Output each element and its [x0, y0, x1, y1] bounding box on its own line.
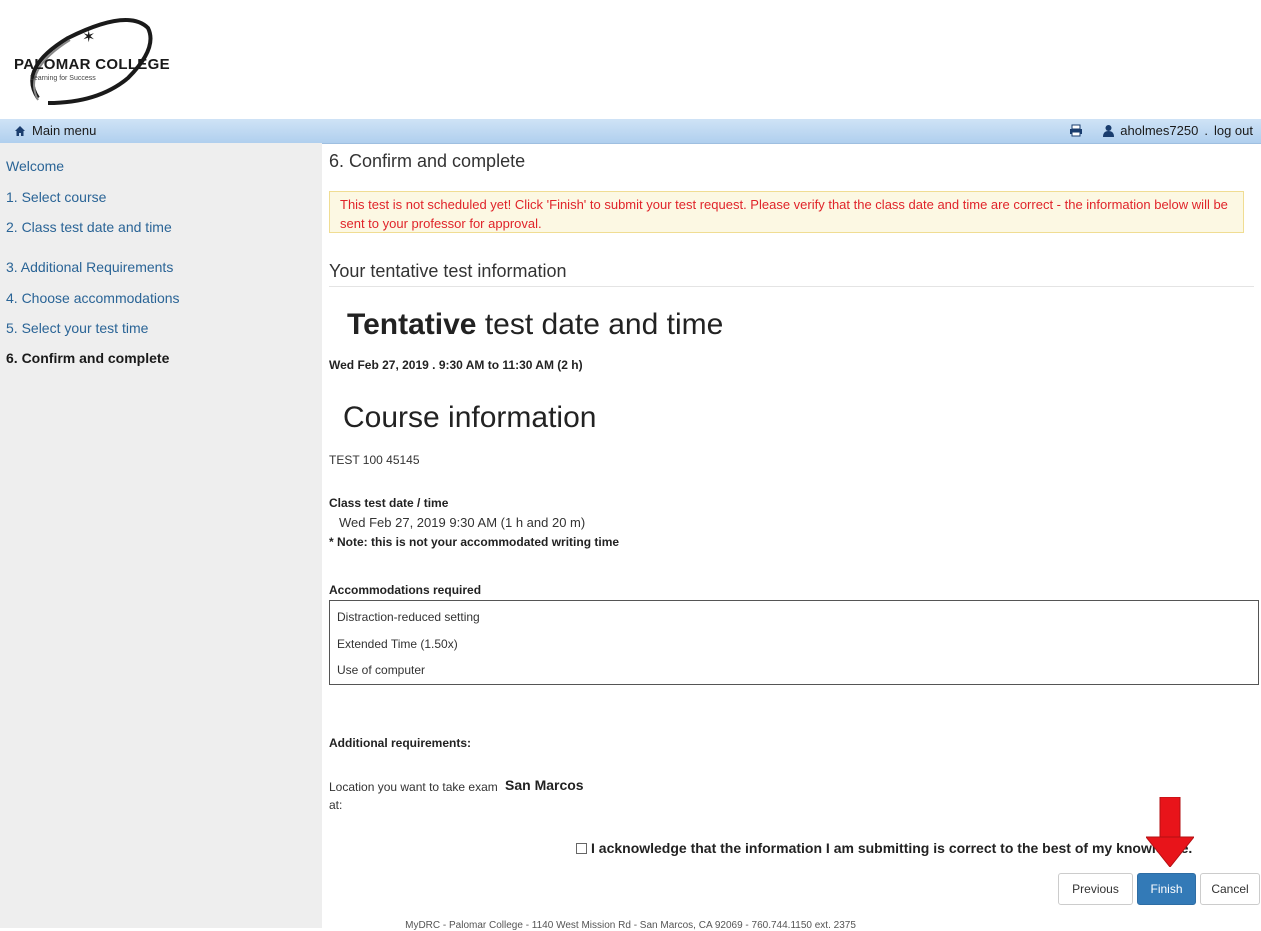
tentative-datetime: Wed Feb 27, 2019 . 9:30 AM to 11:30 AM (… — [329, 358, 583, 372]
sidebar-item-additional-requirements[interactable]: 3. Additional Requirements — [6, 259, 173, 275]
list-item: Use of computer — [337, 663, 426, 677]
sidebar-item-choose-accommodations[interactable]: 4. Choose accommodations — [6, 290, 180, 306]
sidebar: Welcome 1. Select course 2. Class test d… — [0, 143, 322, 928]
accommodations-list: Distraction-reduced setting Extended Tim… — [329, 600, 1259, 685]
print-icon[interactable] — [1069, 124, 1083, 137]
additional-requirements-label: Additional requirements: — [329, 736, 472, 750]
nav-separator: . — [1204, 123, 1208, 138]
list-item: Distraction-reduced setting — [337, 610, 480, 624]
page-footer: MyDRC - Palomar College - 1140 West Miss… — [405, 920, 856, 931]
acknowledge-row: I acknowledge that the information I am … — [576, 840, 1192, 856]
username[interactable]: aholmes7250 — [1120, 123, 1198, 138]
list-item: Extended Time (1.50x) — [337, 637, 458, 651]
red-arrow-icon — [1146, 797, 1194, 867]
top-navbar: Main menu aholmes7250 . log out — [0, 119, 1261, 144]
tentative-bold: Tentative — [347, 308, 477, 341]
main-menu-link[interactable]: Main menu — [14, 123, 96, 138]
accommodations-label: Accommodations required — [329, 583, 482, 597]
main-menu-label: Main menu — [32, 123, 97, 138]
location-value: San Marcos — [505, 777, 584, 793]
page-title: 6. Confirm and complete — [329, 151, 526, 171]
class-test-note: * Note: this is not your accommodated wr… — [329, 535, 620, 549]
location-label: Location you want to take exam at: — [329, 780, 498, 812]
course-code: TEST 100 45145 — [329, 453, 420, 467]
section-title: Your tentative test information — [329, 261, 567, 281]
course-heading: Course information — [343, 401, 597, 434]
svg-text:✶: ✶ — [82, 27, 95, 46]
user-area: aholmes7250 . log out — [1069, 123, 1253, 138]
page-header: ✶ PALOMAR COLLEGE Learning for Success — [0, 0, 1261, 118]
sidebar-item-select-course[interactable]: 1. Select course — [6, 189, 106, 205]
class-test-value: Wed Feb 27, 2019 9:30 AM (1 h and 20 m) — [339, 515, 586, 530]
home-icon — [15, 125, 25, 136]
section-divider — [329, 286, 1254, 287]
logo-name: PALOMAR COLLEGE — [14, 56, 170, 73]
previous-button[interactable]: Previous — [1058, 873, 1133, 905]
user-icon — [1103, 125, 1115, 137]
tentative-heading: Tentative test date and time — [347, 308, 723, 342]
finish-button[interactable]: Finish — [1137, 873, 1196, 905]
palomar-logo[interactable]: ✶ PALOMAR COLLEGE Learning for Success — [8, 8, 208, 108]
sidebar-item-welcome[interactable]: Welcome — [6, 158, 64, 174]
sidebar-item-confirm-complete[interactable]: 6. Confirm and complete — [6, 350, 169, 366]
tentative-rest: test date and time — [476, 308, 724, 341]
logout-link[interactable]: log out — [1214, 123, 1253, 138]
sidebar-item-select-test-time[interactable]: 5. Select your test time — [6, 320, 148, 336]
class-test-label: Class test date / time — [329, 496, 449, 510]
logo-tagline: Learning for Success — [30, 75, 96, 82]
cancel-button[interactable]: Cancel — [1200, 873, 1260, 905]
sidebar-item-class-test-date[interactable]: 2. Class test date and time — [6, 219, 172, 235]
warning-alert: This test is not scheduled yet! Click 'F… — [329, 191, 1244, 233]
acknowledge-text[interactable]: I acknowledge that the information I am … — [591, 840, 1192, 856]
acknowledge-checkbox[interactable] — [576, 842, 587, 854]
